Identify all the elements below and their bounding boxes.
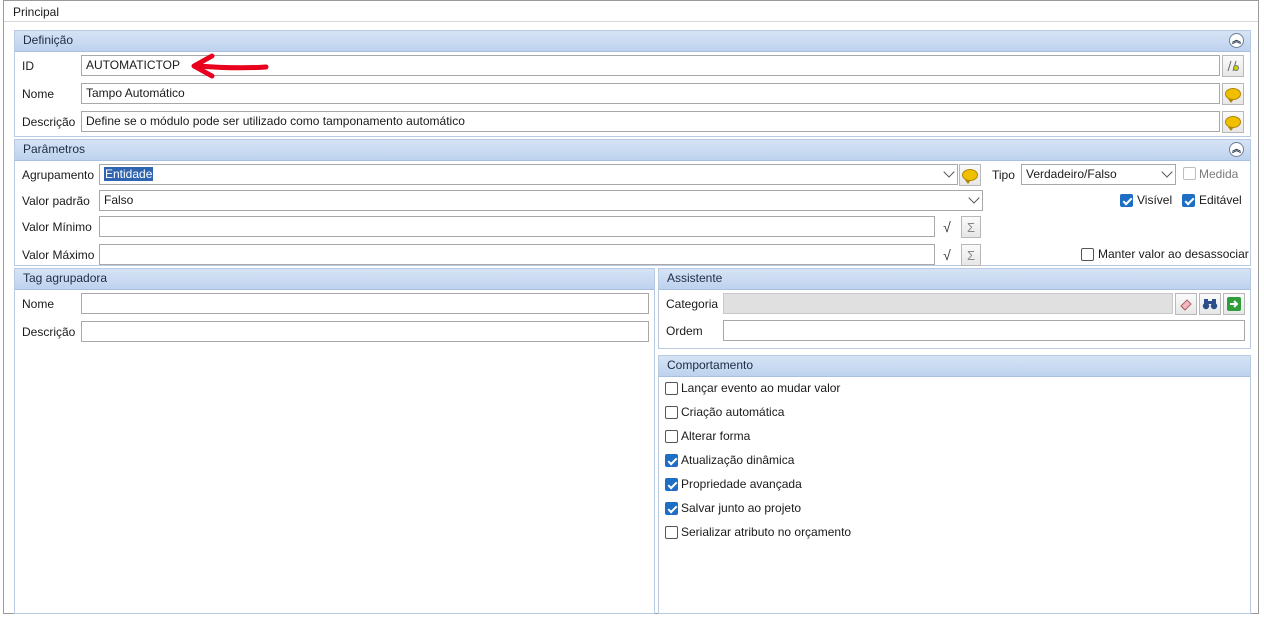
comportamento-label: Lançar evento ao mudar valor bbox=[681, 381, 841, 395]
tab-divider bbox=[4, 21, 1258, 22]
tag-agrupadora-panel: Tag agrupadora bbox=[14, 268, 655, 614]
annotation-arrow-icon bbox=[191, 53, 269, 79]
editavel-label: Editável bbox=[1199, 193, 1242, 207]
medida-label: Medida bbox=[1199, 167, 1239, 181]
tag-descricao-field[interactable] bbox=[81, 321, 649, 342]
assistente-title: Assistente bbox=[667, 271, 723, 285]
id-lookup-icon[interactable] bbox=[1222, 55, 1244, 77]
chevron-down-icon bbox=[968, 192, 980, 204]
formula-icon[interactable]: √ bbox=[937, 216, 957, 238]
comportamento-checkbox[interactable] bbox=[665, 478, 678, 491]
visivel-label: Visível bbox=[1137, 193, 1173, 207]
assistente-header: Assistente bbox=[659, 269, 1250, 290]
go-arrow-icon[interactable] bbox=[1223, 293, 1245, 315]
categoria-field bbox=[723, 293, 1173, 314]
agrupamento-value: Entidade bbox=[104, 167, 154, 181]
ordem-field[interactable] bbox=[723, 320, 1245, 341]
comportamento-label: Propriedade avançada bbox=[681, 477, 802, 491]
comportamento-header: Comportamento bbox=[659, 356, 1250, 377]
descricao-label: Descrição bbox=[22, 115, 76, 129]
binoculars-icon[interactable] bbox=[1199, 293, 1221, 315]
parametros-header: Parâmetros bbox=[15, 140, 1250, 161]
medida-checkbox[interactable] bbox=[1183, 167, 1196, 180]
ordem-label: Ordem bbox=[666, 324, 703, 338]
tipo-label: Tipo bbox=[992, 168, 1015, 182]
editavel-checkbox[interactable] bbox=[1182, 194, 1195, 207]
sigma-icon[interactable]: Σ bbox=[961, 244, 981, 266]
tag-title: Tag agrupadora bbox=[23, 271, 108, 285]
nome-label: Nome bbox=[22, 87, 55, 101]
comportamento-label: Serializar atributo no orçamento bbox=[681, 525, 852, 539]
eraser-icon[interactable] bbox=[1175, 293, 1197, 315]
sigma-icon[interactable]: Σ bbox=[961, 216, 981, 238]
tag-nome-label: Nome bbox=[22, 297, 55, 311]
comportamento-label: Atualização dinâmica bbox=[681, 453, 795, 467]
tag-descricao-label: Descrição bbox=[22, 325, 76, 339]
comportamento-checkbox[interactable] bbox=[665, 526, 678, 539]
valor-maximo-field[interactable] bbox=[99, 244, 935, 265]
comportamento-checkbox[interactable] bbox=[665, 502, 678, 515]
valor-maximo-label: Valor Máximo bbox=[22, 248, 95, 262]
valor-padrao-select[interactable]: Falso bbox=[99, 190, 983, 211]
comportamento-checkbox[interactable] bbox=[665, 382, 678, 395]
valor-padrao-label: Valor padrão bbox=[22, 194, 90, 208]
comportamento-title: Comportamento bbox=[667, 358, 754, 372]
valor-padrao-value: Falso bbox=[104, 193, 134, 207]
chevrons-up-icon[interactable]: ︽ bbox=[1229, 142, 1244, 157]
valor-minimo-label: Valor Mínimo bbox=[22, 220, 92, 234]
valor-minimo-field[interactable] bbox=[99, 216, 935, 237]
comportamento-checkbox[interactable] bbox=[665, 454, 678, 467]
translate-balloon-icon[interactable] bbox=[1222, 111, 1244, 133]
nome-field[interactable]: Tampo Automático bbox=[81, 83, 1220, 104]
chevrons-up-icon[interactable]: ︽ bbox=[1229, 33, 1244, 48]
translate-balloon-icon[interactable] bbox=[1222, 83, 1244, 105]
categoria-label: Categoria bbox=[666, 297, 719, 311]
parametros-title: Parâmetros bbox=[23, 142, 86, 156]
manter-checkbox[interactable] bbox=[1081, 248, 1094, 261]
manter-label: Manter valor ao desassociar bbox=[1098, 247, 1249, 261]
tipo-value: Verdadeiro/Falso bbox=[1026, 167, 1117, 181]
definicao-title: Definição bbox=[23, 33, 74, 47]
tag-header: Tag agrupadora bbox=[15, 269, 654, 290]
comportamento-checkbox[interactable] bbox=[665, 430, 678, 443]
comportamento-label: Alterar forma bbox=[681, 429, 751, 443]
visivel-checkbox[interactable] bbox=[1120, 194, 1133, 207]
definicao-header: Definição bbox=[15, 31, 1250, 52]
agrupamento-label: Agrupamento bbox=[22, 168, 95, 182]
chevron-down-icon bbox=[1161, 166, 1173, 178]
descricao-field[interactable]: Define se o módulo pode ser utilizado co… bbox=[81, 111, 1220, 132]
id-label: ID bbox=[22, 59, 34, 73]
tag-nome-field[interactable] bbox=[81, 293, 649, 314]
translate-balloon-icon[interactable] bbox=[959, 164, 981, 186]
agrupamento-select[interactable]: Entidade bbox=[99, 164, 958, 185]
comportamento-label: Salvar junto ao projeto bbox=[681, 501, 802, 515]
comportamento-label: Criação automática bbox=[681, 405, 785, 419]
tab-principal[interactable]: Principal bbox=[13, 5, 59, 19]
comportamento-checkbox[interactable] bbox=[665, 406, 678, 419]
formula-icon[interactable]: √ bbox=[937, 244, 957, 266]
chevron-down-icon bbox=[943, 166, 955, 178]
tipo-select[interactable]: Verdadeiro/Falso bbox=[1021, 164, 1176, 185]
